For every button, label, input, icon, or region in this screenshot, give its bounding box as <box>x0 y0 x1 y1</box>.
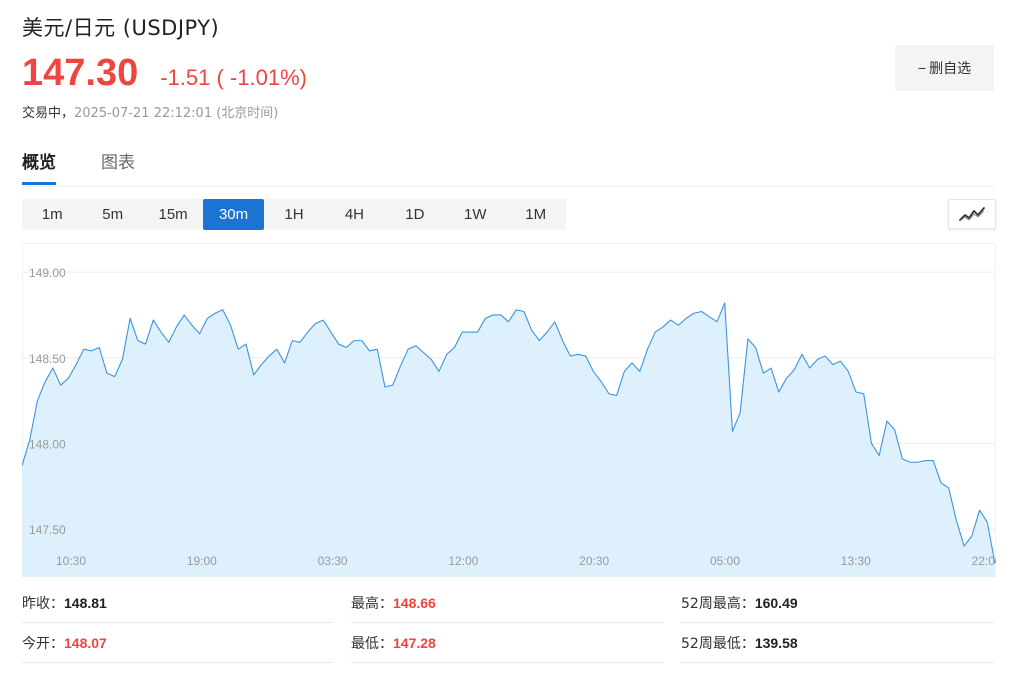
range-4h[interactable]: 4H <box>324 199 384 230</box>
price-change: -1.51 ( -1.01%) <box>160 65 307 90</box>
instrument-title: 美元/日元 (USDJPY) <box>22 16 220 40</box>
y-tick-label: 149.00 <box>29 266 66 280</box>
x-tick-label: 12:00 <box>448 554 478 568</box>
remove-watchlist-label: 删自选 <box>929 60 972 76</box>
x-tick-label: 05:00 <box>710 554 740 568</box>
stat-high: 最高： 148.66 <box>351 583 663 623</box>
stat-label: 最低： <box>351 635 393 652</box>
stat-value: 139.58 <box>754 634 798 651</box>
stat-label: 今开： <box>22 635 64 652</box>
x-tick-label: 19:00 <box>187 554 217 568</box>
y-tick-label: 148.00 <box>29 437 66 451</box>
remove-watchlist-button[interactable]: − 删自选 <box>895 45 994 91</box>
trading-status: 交易中，2025-07-21 22:12:01 (北京时间) <box>22 102 278 121</box>
stat-label: 昨收： <box>22 595 64 612</box>
x-tick-label: 03:30 <box>318 554 348 568</box>
minus-icon: − <box>917 60 927 76</box>
current-price: 147.30 <box>22 52 139 94</box>
tab-overview[interactable]: 概览 <box>22 148 56 185</box>
stat-52w-low: 52周最低： 139.58 <box>681 623 994 663</box>
x-tick-label: 13:30 <box>841 554 871 568</box>
price-row: 147.30 -1.51 ( -1.01%) <box>22 52 307 96</box>
range-1d[interactable]: 1D <box>385 199 445 230</box>
range-1mo[interactable]: 1M <box>506 199 566 230</box>
tab-chart[interactable]: 图表 <box>101 148 135 184</box>
stat-label: 52周最高： <box>681 595 755 612</box>
status-label: 交易中， <box>22 106 75 121</box>
y-tick-label: 147.50 <box>29 523 66 537</box>
chart-type-button[interactable] <box>948 199 996 229</box>
stat-label: 最高： <box>351 595 393 612</box>
stat-value: 148.66 <box>393 594 436 611</box>
stat-value: 148.81 <box>64 594 107 611</box>
range-5m[interactable]: 5m <box>82 199 142 230</box>
range-15m[interactable]: 15m <box>143 199 203 230</box>
range-1h[interactable]: 1H <box>264 199 324 230</box>
stat-value: 148.07 <box>64 634 107 651</box>
range-1m[interactable]: 1m <box>22 199 82 230</box>
stat-value: 147.28 <box>393 634 436 651</box>
range-1w[interactable]: 1W <box>445 199 505 230</box>
stat-label: 52周最低： <box>681 635 755 652</box>
time-range-selector: 1m 5m 15m 30m 1H 4H 1D 1W 1M <box>22 199 566 230</box>
status-timestamp: 2025-07-21 22:12:01 (北京时间) <box>74 106 279 121</box>
line-chart-icon <box>959 207 985 222</box>
x-tick-label: 20:30 <box>579 554 609 568</box>
x-tick-label: 10:30 <box>56 554 86 568</box>
y-tick-label: 148.50 <box>29 352 66 366</box>
stat-low: 最低： 147.28 <box>351 623 663 663</box>
price-chart-svg: 149.00 148.50 148.00 147.50 10:30 19:00 03:30 1… <box>22 243 996 577</box>
range-30m[interactable]: 30m <box>203 199 264 230</box>
price-chart[interactable]: 149.00 148.50 148.00 147.50 10:30 19:00 03:30 1… <box>22 243 996 577</box>
tab-bar: 概览 图表 <box>22 148 994 187</box>
stat-prev-close: 昨收： 148.81 <box>22 583 334 623</box>
x-tick-label: 22:00 <box>972 554 996 568</box>
stat-52w-high: 52周最高： 160.49 <box>681 583 994 623</box>
stat-open: 今开： 148.07 <box>22 623 334 663</box>
stat-value: 160.49 <box>754 594 798 611</box>
